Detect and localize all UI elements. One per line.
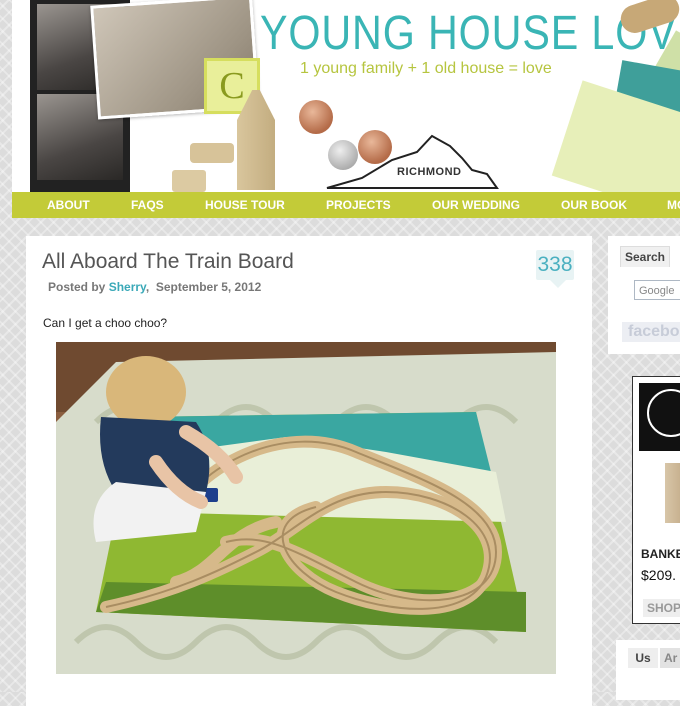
- sidebar-tabs-widget: Us Ar: [616, 640, 680, 700]
- comment-count-badge[interactable]: 338: [536, 250, 574, 288]
- nav-item-projects[interactable]: PROJECTS: [326, 192, 391, 218]
- post-photo-train-board[interactable]: [56, 342, 556, 674]
- post-intro-text: Can I get a choo choo?: [43, 316, 168, 330]
- penny-coin-image: [299, 100, 333, 134]
- wooden-toy-image: [190, 143, 234, 163]
- ad-shop-button[interactable]: SHOP: [643, 599, 680, 617]
- site-title[interactable]: YOUNG HOUSE LOVE: [260, 6, 680, 61]
- map-label: RICHMOND: [397, 166, 462, 178]
- search-input[interactable]: Google: [634, 280, 680, 300]
- ad-product-name: BANKE: [641, 547, 680, 561]
- sidebar-search-widget: Search Google facebo: [608, 236, 680, 354]
- nav-item-house-tour[interactable]: HOUSE TOUR: [205, 192, 285, 218]
- ad-product-price: $209.: [641, 567, 677, 583]
- sidebar-ad[interactable]: BANKE $209. SHOP: [632, 376, 680, 624]
- tab-us[interactable]: Us: [628, 648, 658, 668]
- tab-search[interactable]: Search: [620, 246, 670, 267]
- post-title[interactable]: All Aboard The Train Board: [42, 250, 294, 274]
- tab-archive[interactable]: Ar: [660, 648, 680, 668]
- letter-block-text: C: [219, 65, 245, 107]
- main-navigation: ABOUT FAQS HOUSE TOUR PROJECTS OUR WEDDI…: [12, 192, 680, 218]
- blog-post: All Aboard The Train Board Posted by She…: [26, 236, 592, 706]
- nav-item-faqs[interactable]: FAQS: [131, 192, 164, 218]
- ad-product-image: [665, 463, 680, 523]
- nav-item-our-book[interactable]: OUR BOOK: [561, 192, 627, 218]
- facebook-like-box[interactable]: facebo: [622, 322, 680, 342]
- site-header: C RICHMOND YOUNG HOUSE LOVE 1 young fami…: [12, 0, 680, 192]
- post-byline: Posted by Sherry, September 5, 2012: [48, 280, 262, 294]
- posted-by-label: Posted by: [48, 280, 106, 294]
- author-link[interactable]: Sherry: [109, 280, 146, 294]
- post-date: September 5, 2012: [155, 280, 262, 294]
- nav-item-more[interactable]: MO: [667, 192, 680, 218]
- nav-item-our-wedding[interactable]: OUR WEDDING: [432, 192, 520, 218]
- site-tagline: 1 young family + 1 old house = love: [300, 60, 552, 77]
- train-board-photo-image: [56, 342, 556, 674]
- virginia-map-image: [326, 134, 499, 189]
- nav-item-about[interactable]: ABOUT: [47, 192, 90, 218]
- wooden-toy-image: [172, 170, 206, 192]
